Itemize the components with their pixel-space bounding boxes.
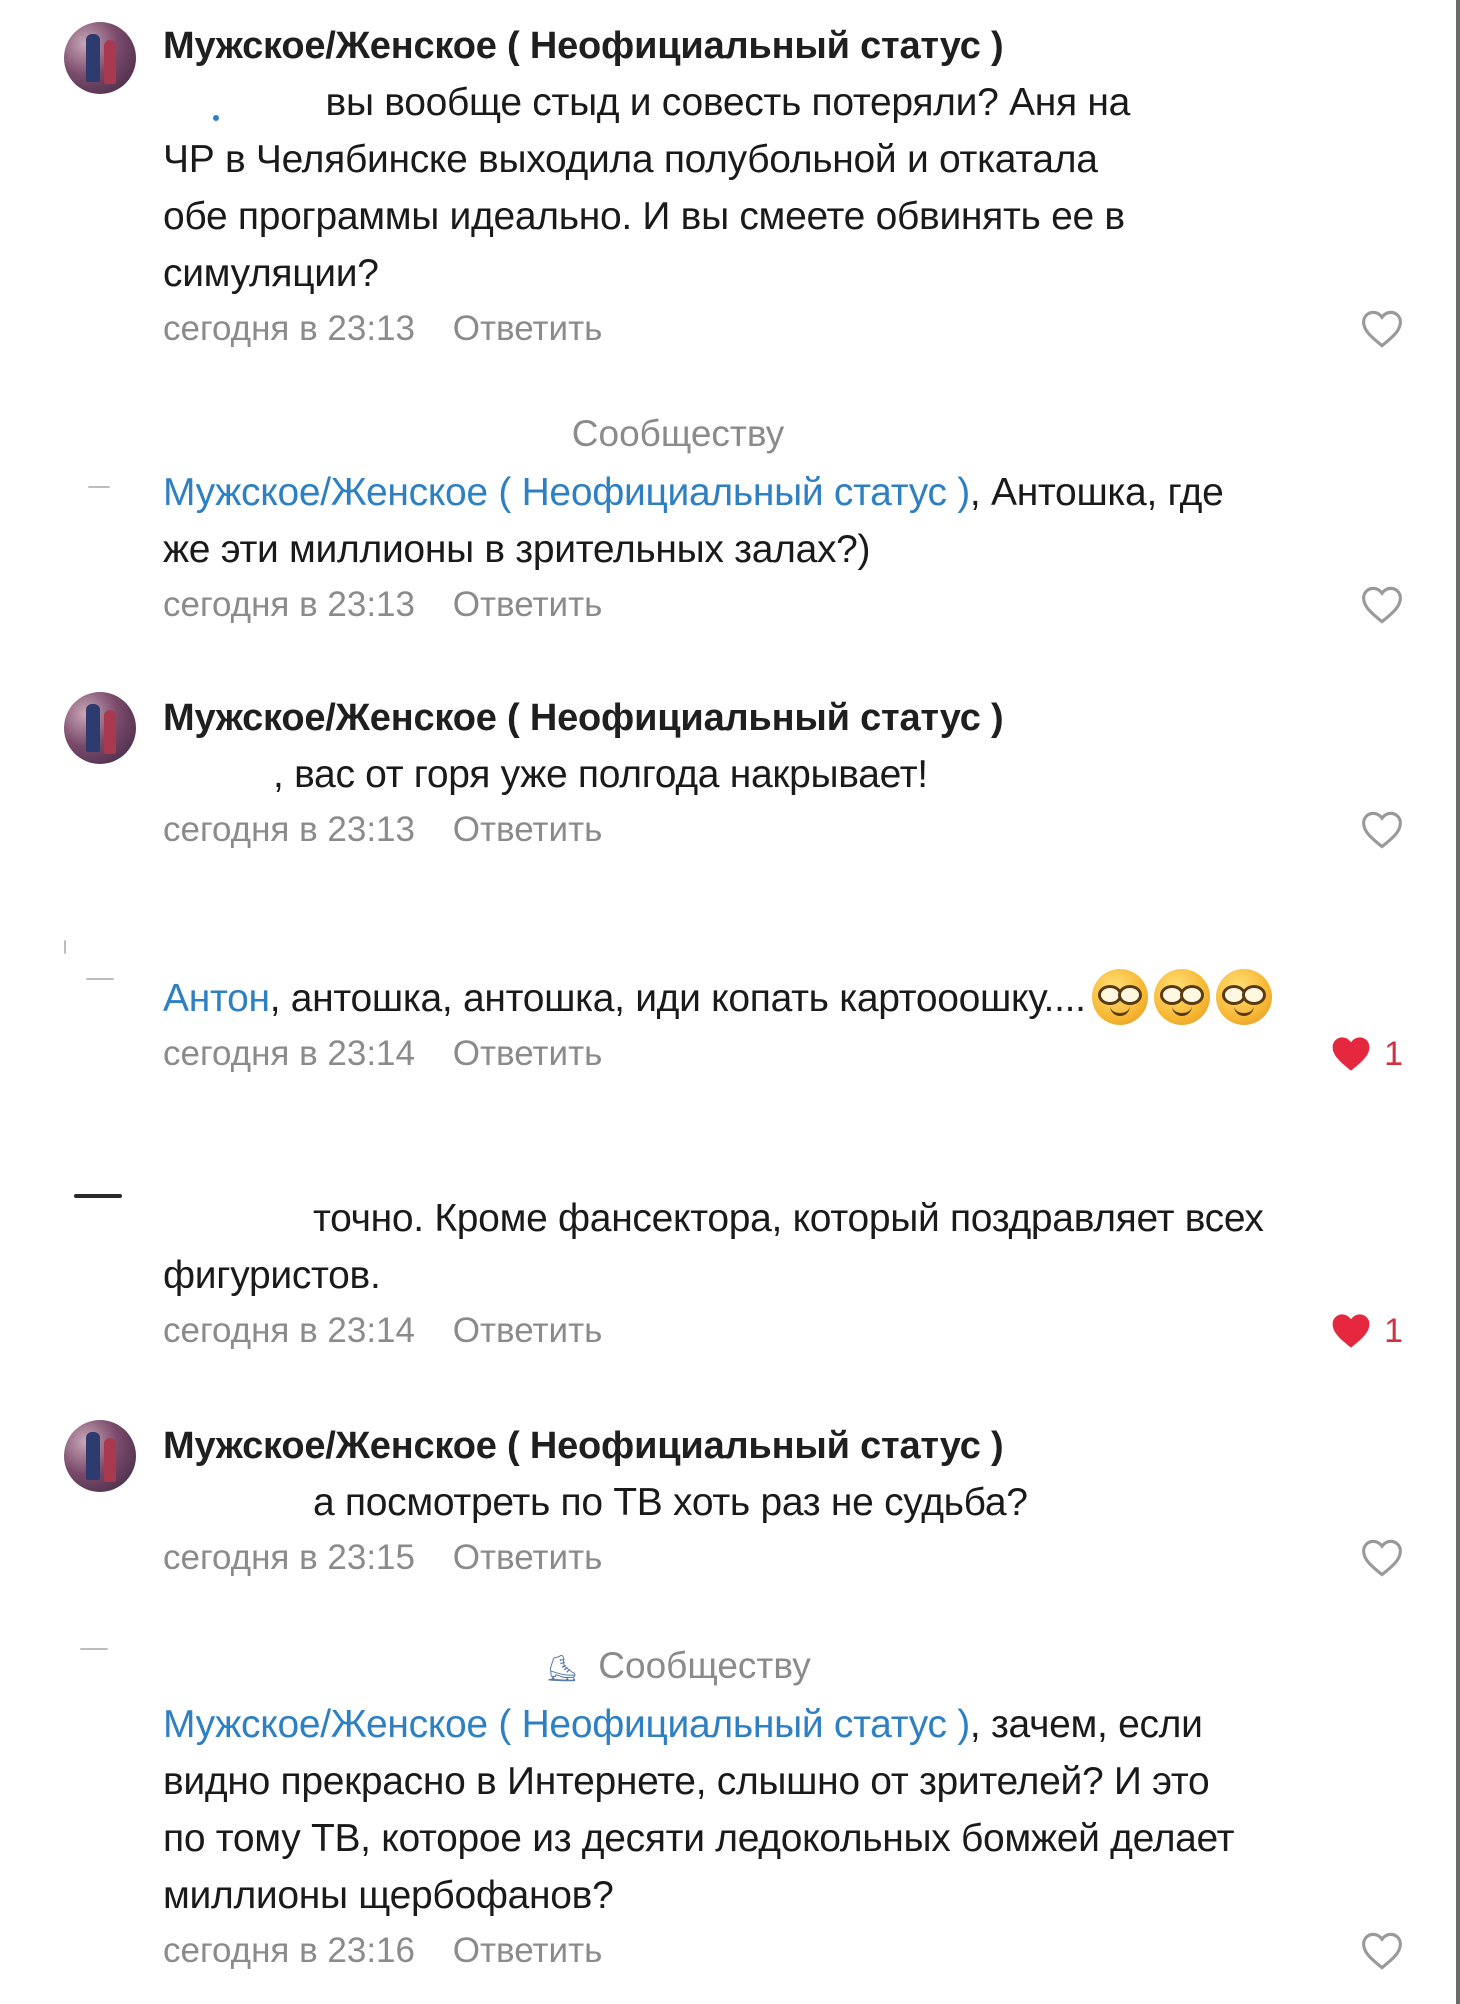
heart-outline-icon [1361, 585, 1403, 625]
reply-button[interactable]: Ответить [453, 805, 603, 855]
comment-author[interactable]: Мужское/Женское ( Неофициальный статус ) [163, 690, 1403, 746]
avatar-placeholder [64, 1190, 136, 1210]
timestamp: сегодня в 23:14 [163, 1034, 415, 1073]
nerd-face-emoji [1091, 968, 1148, 1025]
avatar[interactable] [64, 1420, 136, 1492]
comment-meta: сегодня в 23:14 Ответить 1 [163, 1029, 1403, 1079]
reply-button[interactable]: Ответить [453, 580, 603, 630]
heart-filled-icon [1330, 1311, 1372, 1351]
redacted-name [163, 101, 313, 109]
like-button[interactable] [1361, 582, 1403, 628]
nerd-face-emoji [1215, 968, 1272, 1025]
comment-author[interactable]: Мужское/Женское ( Неофициальный статус ) [163, 1418, 1403, 1474]
avatar-placeholder [64, 940, 136, 980]
like-button[interactable]: 1 [1330, 1031, 1403, 1077]
heart-filled-icon [1330, 1034, 1372, 1074]
like-count: 1 [1384, 1035, 1403, 1073]
comment-text: Мужское/Женское ( Неофициальный статус )… [163, 471, 1224, 571]
reply-button[interactable]: Ответить [453, 1533, 603, 1583]
like-button[interactable] [1361, 1535, 1403, 1581]
comment-text: вы вообще стыд и совесть потеряли? Аня н… [163, 81, 1130, 295]
like-button[interactable]: 1 [1330, 1308, 1403, 1354]
comment-text: точно. Кроме фансектора, который поздрав… [163, 1197, 1264, 1297]
comment-meta: сегодня в 23:14 Ответить 1 [163, 1306, 1403, 1356]
like-button[interactable] [1361, 1928, 1403, 1974]
comment-meta: сегодня в 23:13 Ответить [163, 580, 1403, 630]
comment-text: Антон, антошка, антошка, иди копать карт… [163, 968, 1403, 1027]
mention-link[interactable]: Мужское/Женское ( Неофициальный статус ) [163, 471, 970, 514]
timestamp: сегодня в 23:15 [163, 1538, 415, 1577]
comment-meta: сегодня в 23:16 Ответить [163, 1926, 1403, 1976]
like-count: 1 [1384, 1312, 1403, 1350]
timestamp: сегодня в 23:13 [163, 585, 415, 624]
avatar-placeholder [64, 478, 136, 498]
avatar[interactable] [64, 22, 136, 94]
heart-outline-icon [1361, 1538, 1403, 1578]
nerd-face-emoji [1153, 968, 1210, 1025]
comment-author[interactable]: Мужское/Женское ( Неофициальный статус ) [163, 18, 1403, 74]
heart-outline-icon [1361, 810, 1403, 850]
reply-button[interactable]: Ответить [453, 1306, 603, 1356]
comment-text: , вас от горя уже полгода накрывает! [163, 746, 1403, 803]
heart-outline-icon [1361, 309, 1403, 349]
timestamp: сегодня в 23:16 [163, 1931, 415, 1970]
reply-button[interactable]: Ответить [453, 1029, 603, 1079]
redacted-name [163, 1501, 313, 1509]
timestamp: сегодня в 23:13 [163, 309, 415, 348]
avatar-placeholder [64, 1644, 136, 1664]
mention-link[interactable]: Мужское/Женское ( Неофициальный статус ) [163, 1703, 970, 1746]
like-button[interactable] [1361, 807, 1403, 853]
timestamp: сегодня в 23:13 [163, 810, 415, 849]
screen-edge [1456, 0, 1460, 2004]
reply-button[interactable]: Ответить [453, 1926, 603, 1976]
comment-text: а посмотреть по ТВ хоть раз не судьба? [163, 1474, 1403, 1531]
community-label: Сообществу [571, 413, 785, 454]
comments-feed: Мужское/Женское ( Неофициальный статус )… [0, 0, 1460, 2004]
redacted-name [163, 1217, 313, 1225]
timestamp: сегодня в 23:14 [163, 1311, 415, 1350]
mention-link[interactable]: Антон [163, 977, 270, 1020]
heart-outline-icon [1361, 1931, 1403, 1971]
like-button[interactable] [1361, 306, 1403, 352]
community-label: ⛸ Сообществу [163, 1640, 1193, 1692]
reply-button[interactable]: Ответить [453, 304, 603, 354]
redaction-dot [213, 115, 219, 121]
redacted-name [163, 773, 273, 781]
comment-meta: сегодня в 23:13 Ответить [163, 805, 1403, 855]
comment-meta: сегодня в 23:13 Ответить [163, 304, 1403, 354]
comment-text: Мужское/Женское ( Неофициальный статус )… [163, 1703, 1235, 1917]
comment-meta: сегодня в 23:15 Ответить [163, 1533, 1403, 1583]
skate-icon: ⛸ [545, 1653, 579, 1684]
avatar[interactable] [64, 692, 136, 764]
